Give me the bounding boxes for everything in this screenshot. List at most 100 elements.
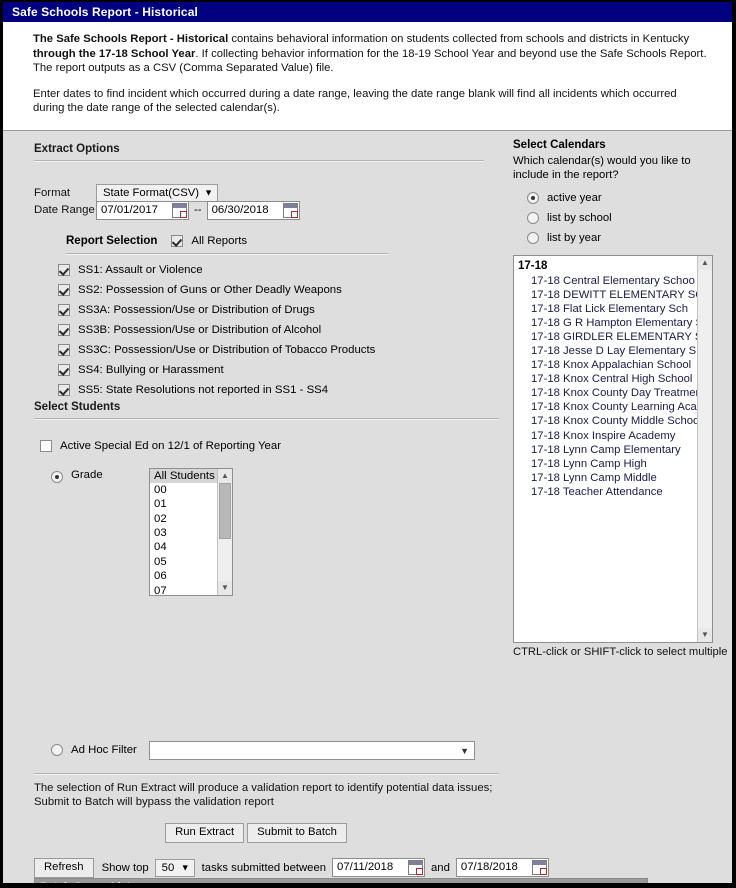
calendar-list-item[interactable]: 17-18 DEWITT ELEMENTARY SCH — [518, 288, 712, 302]
calendar-list-item[interactable]: 17-18 Jesse D Lay Elementary S — [518, 344, 712, 358]
window-title-bar: Safe Schools Report - Historical — [3, 2, 732, 22]
bottom-divider — [34, 772, 499, 775]
calendar-scope-label: active year — [547, 191, 602, 204]
ss1-checkbox[interactable] — [58, 263, 70, 276]
calendar-list-item[interactable]: 17-18 G R Hampton Elementary S — [518, 316, 712, 330]
report-option[interactable]: SS5: State Resolutions not reported in S… — [58, 380, 375, 400]
refresh-button[interactable]: Refresh — [34, 857, 94, 878]
date-start-field[interactable]: 07/01/2017 — [96, 200, 189, 220]
page-title: Safe Schools Report - Historical — [12, 5, 198, 19]
date-end-value: 06/30/2018 — [211, 203, 269, 216]
action-buttons: Run Extract Submit to Batch — [3, 822, 509, 843]
calendar-list-item[interactable]: 17-18 Knox Appalachian School — [518, 358, 712, 372]
calendar-scope-option-list-by-year[interactable]: list by year — [527, 228, 728, 248]
report-option[interactable]: SS3A: Possession/Use or Distribution of … — [58, 300, 375, 320]
ss3a-checkbox[interactable] — [58, 303, 70, 316]
ad-hoc-select[interactable]: ▼ — [149, 740, 475, 760]
ss5-checkbox[interactable] — [58, 383, 70, 396]
calendar-list-item[interactable]: 17-18 Knox County Middle Schoo — [518, 414, 712, 428]
chevron-down-icon: ▼ — [180, 862, 190, 872]
calendar-list-item[interactable]: 17-18 Lynn Camp Elementary — [518, 443, 712, 457]
report-selection-label: Report Selection — [66, 234, 158, 247]
ss2-checkbox[interactable] — [58, 283, 70, 296]
batch-date-to-field[interactable]: 07/18/2018 — [455, 858, 549, 877]
show-top-value: 50 — [161, 861, 175, 874]
scroll-up-arrow-icon[interactable]: ▲ — [698, 255, 712, 270]
report-option-label: SS3A: Possession/Use or Distribution of … — [78, 303, 315, 316]
ss3b-checkbox[interactable] — [58, 323, 70, 336]
calendar-scope-label: list by school — [547, 211, 612, 224]
calendar-list-item[interactable]: 17-18 Flat Lick Elementary Sch — [518, 302, 712, 316]
calendar-scope-option-list-by-school[interactable]: list by school — [527, 208, 728, 228]
report-option-label: SS3B: Possession/Use or Distribution of … — [78, 323, 322, 336]
ad-hoc-radio[interactable] — [51, 744, 63, 756]
scroll-up-arrow-icon[interactable]: ▲ — [218, 468, 232, 483]
chevron-down-icon: ▼ — [204, 187, 214, 197]
active-year-radio[interactable] — [527, 191, 539, 204]
all-reports-checkbox[interactable] — [171, 234, 184, 247]
show-top-select[interactable]: 50 ▼ — [154, 858, 195, 877]
grade-radio[interactable] — [51, 470, 63, 483]
calendar-list-item[interactable]: 17-18 Knox County Learning Aca — [518, 400, 712, 414]
list-by-school-radio[interactable] — [527, 211, 539, 224]
format-select[interactable]: State Format(CSV) ▼ — [96, 183, 219, 202]
calendar-list-item[interactable]: 17-18 Lynn Camp High — [518, 457, 712, 471]
date-range-separator: -- — [194, 204, 202, 216]
scrollbar-thumb[interactable] — [219, 482, 231, 539]
multi-select-hint: CTRL-click or SHIFT-click to select mult… — [513, 645, 728, 658]
special-ed-row[interactable]: Active Special Ed on 12/1 of Reporting Y… — [40, 439, 281, 452]
calendar-list-item[interactable]: 17-18 Lynn Camp Middle — [518, 471, 712, 485]
batch-date-from-value: 07/11/2018 — [337, 861, 394, 873]
report-option[interactable]: SS1: Assault or Violence — [58, 260, 375, 280]
submit-to-batch-button[interactable]: Submit to Batch — [247, 822, 347, 843]
special-ed-checkbox[interactable] — [40, 439, 52, 452]
report-option[interactable]: SS4: Bullying or Harassment — [58, 360, 375, 380]
batch-queue-list: Batch Queue List Queued Time Report Titl… — [34, 877, 648, 883]
scroll-down-arrow-icon[interactable]: ▼ — [218, 580, 232, 595]
calendar-icon[interactable] — [408, 860, 424, 875]
report-option-label: SS5: State Resolutions not reported in S… — [78, 383, 329, 396]
report-checkbox-list: SS1: Assault or Violence SS2: Possession… — [58, 260, 375, 400]
ad-hoc-filter-row: Ad Hoc Filter ▼ — [51, 740, 475, 760]
scroll-down-arrow-icon[interactable]: ▼ — [698, 627, 712, 642]
calendar-list-item[interactable]: 17-18 Knox Inspire Academy — [518, 429, 712, 443]
run-extract-button[interactable]: Run Extract — [165, 822, 245, 843]
form-body: Extract Options Format State Format(CSV)… — [3, 130, 732, 883]
calendar-listbox[interactable]: 17-18 17-18 Central Elementary Schoo 17-… — [513, 254, 713, 643]
report-option[interactable]: SS3C: Possession/Use or Distribution of … — [58, 340, 375, 360]
grade-list-scrollbar[interactable]: ▲ ▼ — [217, 468, 232, 595]
report-option-label: SS3C: Possession/Use or Distribution of … — [78, 343, 376, 356]
ss3c-checkbox[interactable] — [58, 343, 70, 356]
intro-panel: The Safe Schools Report - Historical con… — [3, 22, 732, 131]
calendar-list-item[interactable]: 17-18 GIRDLER ELEMENTARY SC — [518, 330, 712, 344]
calendar-icon[interactable] — [282, 202, 298, 218]
date-end-field[interactable]: 06/30/2018 — [206, 200, 300, 220]
calendar-icon[interactable] — [531, 860, 547, 875]
report-option[interactable]: SS3B: Possession/Use or Distribution of … — [58, 320, 375, 340]
calendar-scope-option-active-year[interactable]: active year — [527, 188, 728, 208]
date-start-value: 07/01/2017 — [101, 203, 159, 216]
tasks-submitted-label: tasks submitted between — [201, 861, 327, 874]
list-by-year-radio[interactable] — [527, 231, 539, 244]
format-select-value: State Format(CSV) — [103, 186, 200, 199]
calendar-icon[interactable] — [172, 202, 187, 218]
report-option[interactable]: SS2: Possession of Guns or Other Deadly … — [58, 280, 375, 300]
report-option-label: SS2: Possession of Guns or Other Deadly … — [78, 283, 342, 296]
report-selection-divider — [66, 252, 388, 255]
calendar-group-label[interactable]: 17-18 — [518, 259, 712, 273]
chevron-down-icon: ▼ — [460, 745, 469, 756]
date-range-row: Date Range 07/01/2017 -- 06/30/2018 — [34, 200, 300, 220]
ss4-checkbox[interactable] — [58, 363, 70, 376]
grade-row: Grade All Students 00 01 02 03 04 05 06 … — [51, 467, 233, 596]
calendar-list-scrollbar[interactable]: ▲ ▼ — [697, 255, 712, 642]
grade-listbox[interactable]: All Students 00 01 02 03 04 05 06 07 08 … — [149, 467, 233, 596]
calendar-list-item[interactable]: 17-18 Teacher Attendance — [518, 485, 712, 499]
calendar-list-item[interactable]: 17-18 Central Elementary Schoo — [518, 274, 712, 288]
calendar-list-item[interactable]: 17-18 Knox Central High School — [518, 372, 712, 386]
intro-paragraph-1: The Safe Schools Report - Historical con… — [33, 32, 710, 76]
batch-date-from-field[interactable]: 07/11/2018 — [332, 858, 426, 877]
calendar-scope-label: list by year — [547, 231, 601, 244]
and-label: and — [431, 861, 450, 874]
calendar-list-item[interactable]: 17-18 Knox County Day Treatmen — [518, 386, 712, 400]
batch-controls-row: Refresh Show top 50 ▼ tasks submitted be… — [34, 857, 549, 878]
